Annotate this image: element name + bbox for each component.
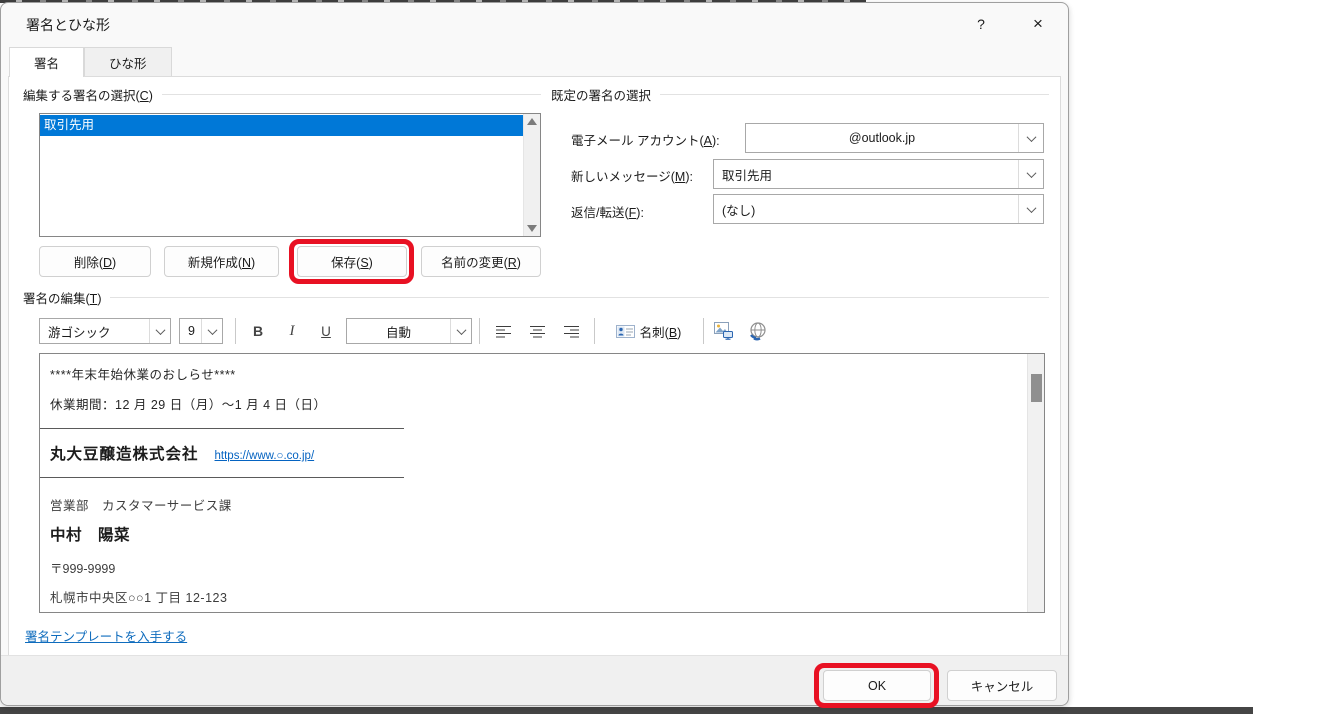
font-family-dropdown[interactable] xyxy=(149,319,170,343)
insert-picture-button[interactable] xyxy=(709,317,739,345)
reply-forward-label: 返信/転送(F): xyxy=(571,202,644,221)
toolbar-separator xyxy=(479,318,480,344)
tab-signature[interactable]: 署名 xyxy=(9,47,84,77)
rename-button[interactable]: 名前の変更(R) xyxy=(421,246,541,277)
new-message-value: 取引先用 xyxy=(714,160,1018,188)
signature-person-name: 中村 陽菜 xyxy=(50,523,1027,545)
signature-editor-content[interactable]: ****年末年始休業のおしらせ**** 休業期間：12 月 29 日（月）～1 … xyxy=(40,354,1027,612)
help-button[interactable]: ? xyxy=(959,9,1003,39)
tab-stationery-label: ひな形 xyxy=(109,53,147,72)
signature-company-row: 丸大豆醸造株式会社 https://www.○.co.jp/ xyxy=(50,442,1027,464)
select-signature-label: 編集する署名の選択(C) xyxy=(23,85,153,104)
get-signature-templates-link[interactable]: 署名テンプレートを入手する xyxy=(25,626,187,645)
delete-button[interactable]: 削除(D) xyxy=(39,246,151,277)
reply-forward-combobox[interactable]: (なし) xyxy=(713,194,1044,224)
font-color-value: 自動 xyxy=(347,319,450,343)
signature-company-url-link[interactable]: https://www.○.co.jp/ xyxy=(215,450,315,462)
signature-company-name: 丸大豆醸造株式会社 xyxy=(50,442,199,464)
tab-strip: 署名 ひな形 xyxy=(9,47,172,77)
list-item-selected[interactable]: 取引先用 xyxy=(40,115,523,136)
italic-button[interactable]: I xyxy=(277,317,307,345)
chevron-down-icon xyxy=(1026,168,1036,178)
email-account-combobox[interactable]: @outlook.jp xyxy=(745,123,1044,153)
select-signature-group-label: 編集する署名の選択(C) xyxy=(23,85,541,104)
font-family-value: 游ゴシック xyxy=(40,319,149,343)
editor-scrollbar[interactable] xyxy=(1027,354,1044,612)
toolbar-separator xyxy=(235,318,236,344)
group-divider xyxy=(162,94,541,95)
insert-picture-icon xyxy=(714,322,734,340)
new-message-label: 新しいメッセージ(M): xyxy=(571,166,693,185)
tab-stationery[interactable]: ひな形 xyxy=(84,47,172,76)
chevron-down-icon xyxy=(155,325,165,335)
chevron-down-icon xyxy=(1026,132,1036,142)
background-window-bottom-edge xyxy=(0,707,1253,714)
scroll-up-icon[interactable] xyxy=(527,118,537,125)
email-account-label: 電子メール アカウント(A): xyxy=(571,130,720,149)
group-divider xyxy=(110,297,1049,298)
signature-address: 札幌市中央区○○1 丁目 12-123 xyxy=(50,587,1027,606)
signature-divider xyxy=(40,477,404,478)
align-left-icon xyxy=(496,325,511,338)
dialog-title: 署名とひな形 xyxy=(26,15,110,35)
chevron-down-icon xyxy=(207,325,217,335)
align-center-button[interactable] xyxy=(522,317,552,345)
toolbar-separator xyxy=(594,318,595,344)
new-message-combobox[interactable]: 取引先用 xyxy=(713,159,1044,189)
signature-notice-line: ****年末年始休業のおしらせ**** xyxy=(50,364,1027,383)
signature-list-items: 取引先用 xyxy=(40,114,523,236)
align-right-icon xyxy=(564,325,579,338)
signature-editor[interactable]: ****年末年始休業のおしらせ**** 休業期間：12 月 29 日（月）～1 … xyxy=(39,353,1045,613)
signature-listbox[interactable]: 取引先用 xyxy=(39,113,541,237)
email-account-value: @outlook.jp xyxy=(746,124,1018,152)
font-size-dropdown[interactable] xyxy=(201,319,222,343)
signature-period-line: 休業期間：12 月 29 日（月）～1 月 4 日（日） xyxy=(50,394,1027,413)
new-button[interactable]: 新規作成(N) xyxy=(164,246,279,277)
dialog-titlebar: 署名とひな形 ? × xyxy=(1,3,1068,47)
listbox-scrollbar[interactable] xyxy=(523,114,540,236)
signature-department: 営業部 カスタマーサービス課 xyxy=(50,495,1027,514)
save-button[interactable]: 保存(S) xyxy=(297,246,407,277)
default-signature-group-label: 既定の署名の選択 xyxy=(551,85,1049,104)
edit-signature-label: 署名の編集(T) xyxy=(23,288,101,307)
chevron-down-icon xyxy=(456,325,466,335)
close-icon[interactable]: × xyxy=(1016,9,1060,39)
font-size-value: 9 xyxy=(180,319,201,343)
insert-hyperlink-button[interactable] xyxy=(743,317,773,345)
edit-signature-group-label: 署名の編集(T) xyxy=(23,288,1049,307)
cancel-button[interactable]: キャンセル xyxy=(947,670,1057,701)
reply-forward-dropdown[interactable] xyxy=(1018,195,1043,223)
group-divider xyxy=(660,94,1049,95)
bold-button[interactable]: B xyxy=(243,317,273,345)
default-signature-label: 既定の署名の選択 xyxy=(551,85,651,104)
business-card-button[interactable]: 名刺(B) xyxy=(601,317,696,346)
font-family-combobox[interactable]: 游ゴシック xyxy=(39,318,171,344)
align-center-icon xyxy=(530,325,545,338)
toolbar-separator xyxy=(703,318,704,344)
align-left-button[interactable] xyxy=(488,317,518,345)
signature-postal-code: 〒999-9999 xyxy=(50,558,1027,577)
hyperlink-globe-icon xyxy=(748,322,768,341)
font-size-combobox[interactable]: 9 xyxy=(179,318,223,344)
signatures-and-stationery-dialog: 署名とひな形 ? × 署名 ひな形 編集する署名の選択(C) 既定の署名の選択 … xyxy=(0,2,1069,706)
reply-forward-value: (なし) xyxy=(714,195,1018,223)
font-color-combobox[interactable]: 自動 xyxy=(346,318,472,344)
tab-signature-label: 署名 xyxy=(34,53,59,72)
align-right-button[interactable] xyxy=(556,317,586,345)
chevron-down-icon xyxy=(1026,203,1036,213)
editor-scrollbar-thumb[interactable] xyxy=(1031,374,1042,402)
font-color-dropdown[interactable] xyxy=(450,319,471,343)
business-card-icon xyxy=(616,325,635,338)
email-account-dropdown[interactable] xyxy=(1018,124,1043,152)
signature-divider xyxy=(40,428,404,429)
underline-button[interactable]: U xyxy=(311,317,341,345)
new-message-dropdown[interactable] xyxy=(1018,160,1043,188)
ok-button[interactable]: OK xyxy=(823,670,931,701)
scroll-down-icon[interactable] xyxy=(527,225,537,232)
signature-tab-panel: 編集する署名の選択(C) 既定の署名の選択 取引先用 削除(D) 新規作成(N) xyxy=(8,76,1061,657)
